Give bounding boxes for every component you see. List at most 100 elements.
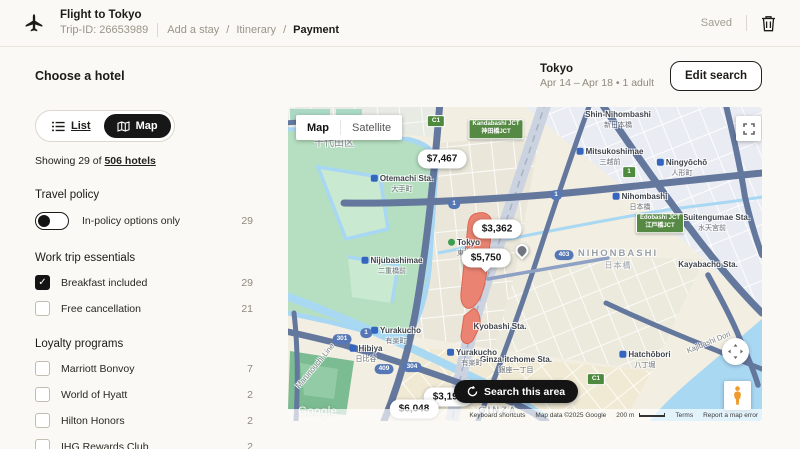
map-place-name: Nihombashi [613, 192, 668, 201]
junction-name: Kandabashi JCT [472, 121, 519, 129]
trip-meta-row: Trip-ID: 26653989 Add a stay/Itinerary/P… [60, 23, 339, 37]
travel-policy-heading: Travel policy [35, 189, 253, 201]
route-shield: 1 [448, 199, 460, 209]
top-bar-right: Saved [701, 15, 800, 32]
map-place-name: Hatchōbori [619, 350, 670, 359]
list-view-button[interactable]: List [39, 114, 104, 138]
dates-guests-label: Apr 14 – Apr 18 • 1 adult [540, 77, 654, 89]
map-type-map[interactable]: Map [296, 122, 340, 134]
breadcrumb-item[interactable]: Payment [293, 24, 339, 36]
trip-header: Flight to Tokyo Trip-ID: 26653989 Add a … [60, 9, 339, 37]
metro-icon [371, 327, 378, 334]
route-shield: 304 [403, 362, 422, 372]
scale-bar [639, 413, 665, 417]
map-place-name: Yurakucho [371, 326, 421, 335]
pegman-control[interactable] [724, 381, 751, 410]
in-policy-toggle[interactable] [35, 212, 69, 230]
map-view-button[interactable]: Map [104, 114, 171, 138]
divider [746, 15, 747, 31]
junction-badge: Kandabashi JCT神田橋JCT [468, 119, 523, 139]
map-place-name-jp: 人形町 [657, 170, 707, 178]
map-place-label: Ningyōchō人形町 [657, 152, 707, 178]
metro-icon [613, 193, 620, 200]
pan-control[interactable] [722, 338, 749, 365]
metro-icon [349, 345, 356, 352]
search-this-area-button[interactable]: Search this area [454, 380, 578, 403]
filter-count: 21 [241, 303, 253, 315]
map-place-name: Kayabacho Sta. [678, 260, 738, 269]
route-shield: 1 [622, 166, 636, 178]
hotel-price-marker[interactable]: $3,362 [473, 220, 522, 239]
loyalty-heading: Loyalty programs [35, 338, 253, 350]
map-place-name-jp: 千代田区 [306, 138, 361, 150]
filter-checkbox[interactable] [35, 439, 50, 449]
results-count-link[interactable]: 506 hotels [104, 155, 155, 167]
list-view-label: List [71, 120, 91, 132]
view-toggle: List Map [35, 110, 175, 142]
junction-name-jp: 神田橋JCT [472, 129, 519, 137]
filter-checkbox[interactable] [35, 387, 50, 402]
in-policy-count: 29 [241, 215, 253, 227]
map-place-label: Shin-Nihombashi新日本橋 [585, 107, 651, 130]
filter-checkbox[interactable] [35, 413, 50, 428]
map-place-name: Kyobashi Sta. [474, 322, 527, 331]
search-summary-bar: Choose a hotel Tokyo Apr 14 – Apr 18 • 1… [0, 47, 800, 104]
map-place-label: Nijubashimae二重橋前 [361, 250, 422, 276]
refresh-icon [467, 386, 478, 397]
fullscreen-button[interactable] [736, 116, 761, 141]
filter-checkbox[interactable] [35, 301, 50, 316]
filter-label: IHG Rewards Club [61, 441, 149, 449]
map-place-name: Otemachi Sta. [371, 174, 433, 183]
hotel-price-marker[interactable]: $5,750 [462, 249, 511, 268]
breadcrumb-separator: / [283, 24, 286, 36]
map-type-control: Map Satellite [296, 115, 402, 140]
map-place-name: Hibiya [349, 344, 382, 353]
keyboard-shortcuts-link[interactable]: Keyboard shortcuts [469, 412, 525, 419]
map-place-name-jp: 水天宮前 [674, 225, 750, 233]
trash-icon[interactable] [761, 15, 776, 32]
route-shield: 403 [555, 250, 574, 260]
map-place-name: Tokyo [448, 238, 480, 247]
filter-count: 2 [247, 441, 253, 449]
filter-row: World of Hyatt2 [35, 387, 253, 402]
map-place-label: Kyobashi Sta. [474, 316, 527, 334]
pegman-icon [732, 386, 743, 406]
map-type-satellite[interactable]: Satellite [341, 122, 402, 134]
filter-checkbox[interactable] [35, 275, 50, 290]
edit-search-button[interactable]: Edit search [670, 61, 762, 91]
map-place-label: Otemachi Sta.大手町 [371, 168, 433, 194]
filter-count: 2 [247, 389, 253, 401]
map-place-label: Mitsukoshimae三越前 [577, 141, 644, 167]
report-map-error-link[interactable]: Report a map error [703, 412, 758, 419]
breadcrumb-item[interactable]: Add a stay [167, 24, 219, 36]
route-shield: 301 [333, 334, 352, 344]
in-policy-toggle-row: In-policy options only 29 [35, 212, 253, 230]
breadcrumb-item[interactable]: Itinerary [236, 24, 276, 36]
map-place-name-jp: 日比谷 [349, 356, 382, 364]
hotel-map[interactable]: Chiyoda City千代田区Otemachi Sta.大手町Nijubash… [288, 107, 762, 421]
map-place-label: NIHONBASHI日本橋 [578, 243, 658, 271]
filter-row: IHG Rewards Club 2 [35, 439, 253, 449]
scale-label: 200 m [616, 412, 634, 419]
filters-sidebar: List Map Showing 29 of 506 hotels Travel… [35, 110, 253, 449]
metro-icon [577, 148, 584, 155]
terms-link[interactable]: Terms [675, 412, 693, 419]
map-place-name-jp: 二重橋前 [361, 268, 422, 276]
filter-checkbox[interactable] [35, 361, 50, 376]
breadcrumb-separator: / [226, 24, 229, 36]
fullscreen-icon [743, 123, 755, 135]
filter-row: Hilton Honors2 [35, 413, 253, 428]
filter-count: 2 [247, 415, 253, 427]
map-attribution: Keyboard shortcuts Map data ©2025 Google… [288, 409, 762, 421]
filter-count: 7 [247, 363, 253, 375]
results-count: Showing 29 of 506 hotels [35, 155, 253, 167]
in-policy-label: In-policy options only [82, 215, 180, 227]
hotel-price-marker[interactable]: $7,467 [418, 150, 467, 169]
filter-row: Free cancellation21 [35, 301, 253, 316]
map-place-label: Suitengumae Sta.水天宮前 [674, 207, 750, 233]
plane-logo-icon[interactable] [24, 13, 44, 33]
junction-name-jp: 江戸橋JCT [640, 223, 680, 231]
map-place-name-jp: 銀座一丁目 [480, 367, 552, 375]
map-icon [117, 121, 130, 132]
filter-label: Marriott Bonvoy [61, 363, 135, 375]
